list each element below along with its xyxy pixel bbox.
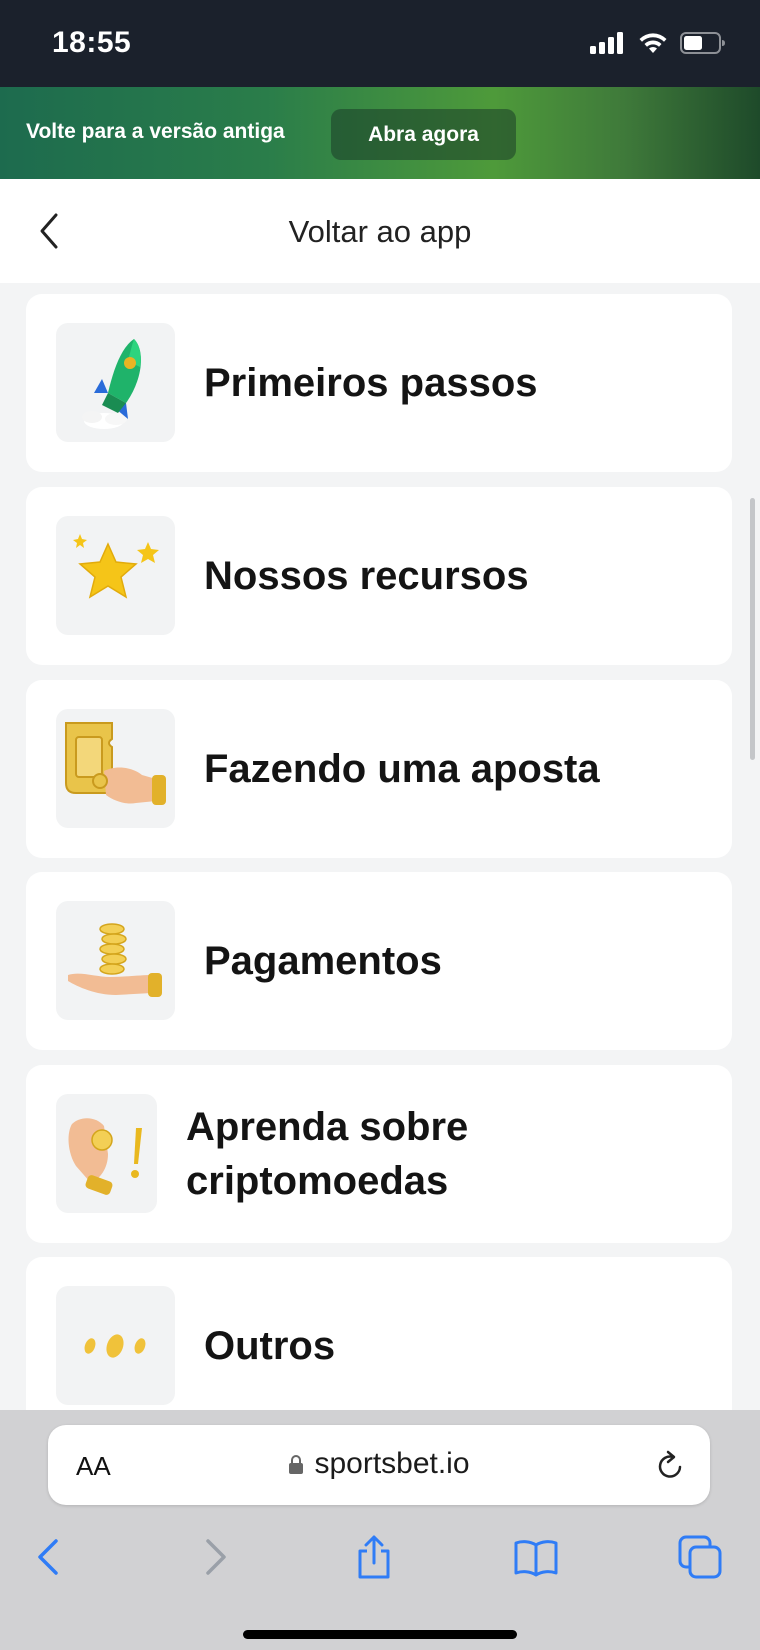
- category-label: Pagamentos: [204, 939, 442, 983]
- category-label: Aprenda sobre criptomoedas: [186, 1105, 469, 1203]
- category-label: Fazendo uma aposta: [204, 747, 600, 791]
- card-icon-box: [56, 516, 175, 635]
- status-bar: 18:55: [0, 0, 760, 87]
- bet-ticket-icon: [65, 722, 166, 805]
- address-bar[interactable]: AA sportsbet.io: [48, 1425, 710, 1505]
- url-display[interactable]: sportsbet.io: [48, 1447, 710, 1481]
- card-icon-box: [56, 901, 175, 1020]
- category-card-first-steps[interactable]: Primeiros passos: [26, 294, 732, 472]
- battery-icon: [680, 32, 725, 54]
- bookmarks-icon[interactable]: [514, 1535, 558, 1579]
- scroll-indicator[interactable]: [750, 498, 755, 760]
- category-card-learn-crypto[interactable]: Aprenda sobre criptomoedas: [26, 1065, 732, 1243]
- share-icon[interactable]: [352, 1535, 396, 1579]
- category-label: Nossos recursos: [204, 554, 529, 598]
- category-card-placing-a-bet[interactable]: Fazendo uma aposta: [26, 680, 732, 858]
- dots-icon: [84, 1334, 146, 1358]
- back-to-app-title[interactable]: Voltar ao app: [0, 214, 760, 250]
- browser-toolbar: AA sportsbet.io: [0, 1410, 760, 1650]
- legacy-version-banner: Volte para a versão antiga Abra agora: [0, 87, 760, 179]
- open-now-button[interactable]: Abra agora: [331, 109, 516, 160]
- category-card-payments[interactable]: Pagamentos: [26, 872, 732, 1050]
- coins-hand-icon: [68, 923, 162, 997]
- card-icon-box: [56, 1094, 157, 1213]
- nav-header: Voltar ao app: [0, 179, 760, 283]
- card-icon-box: [56, 1286, 175, 1405]
- stars-icon: [73, 534, 159, 599]
- category-label: Outros: [204, 1324, 336, 1368]
- url-text: sportsbet.io: [314, 1447, 470, 1480]
- reload-icon[interactable]: [654, 1447, 686, 1483]
- status-icons: [590, 32, 726, 54]
- banner-text: Volte para a versão antiga: [26, 120, 285, 143]
- status-time: 18:55: [52, 26, 132, 59]
- category-card-others[interactable]: Outros: [26, 1257, 732, 1435]
- lock-icon: [289, 1455, 304, 1474]
- tabs-icon[interactable]: [678, 1535, 722, 1579]
- card-icon-box: [56, 709, 175, 828]
- category-label: Primeiros passos: [204, 361, 538, 405]
- browser-back-icon[interactable]: [28, 1535, 72, 1579]
- home-indicator: [243, 1630, 517, 1639]
- card-icon-box: [56, 323, 175, 442]
- category-card-our-features[interactable]: Nossos recursos: [26, 487, 732, 665]
- signal-icon: [590, 32, 623, 54]
- crypto-hand-icon: [68, 1118, 142, 1195]
- browser-forward-icon[interactable]: [192, 1535, 236, 1579]
- rocket-icon: [82, 339, 141, 429]
- wifi-icon: [639, 33, 667, 53]
